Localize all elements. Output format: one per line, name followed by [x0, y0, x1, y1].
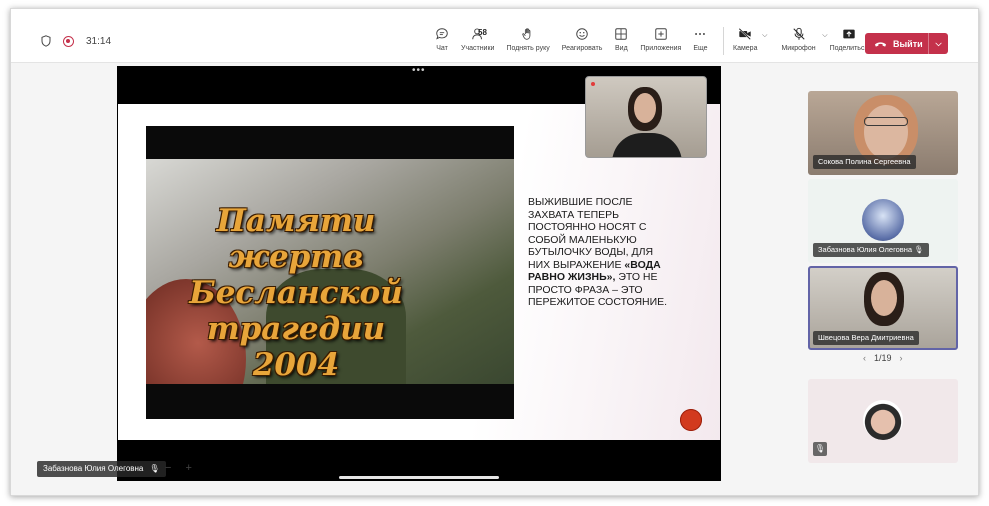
participant-name: Забазнова Юлия Олеговна 🎙: [813, 243, 929, 257]
meeting-window: 31:14 Чат 58 Участники Поднять руку Реаг…: [10, 8, 979, 496]
slide-body-text: Выжившие после захвата теперь постоянно …: [528, 196, 668, 309]
pager-text: 1/19: [874, 353, 892, 363]
active-speaker-tag: Забазнова Юлия Олеговна 🎙: [37, 461, 166, 477]
participant-tile[interactable]: 🎙: [808, 379, 958, 463]
slide-video: Памяти жертв Бесланской трагедии 2004: [146, 126, 514, 419]
apps-label: Приложения: [640, 45, 682, 52]
hand-icon: [522, 28, 531, 40]
device-controls: ⌵ Камера ⌵ Микрофон Поделиться: [733, 26, 880, 52]
shield-icon: [41, 35, 51, 47]
chat-icon: [436, 28, 448, 40]
gallery-pager: ‹ 1/19 ›: [863, 353, 903, 363]
camera-label: Камера: [733, 45, 758, 52]
self-view-video[interactable]: [585, 76, 707, 158]
memorial-title-line-4: 2004: [252, 347, 340, 383]
self-view-body: [612, 133, 682, 157]
recording-dot-icon: [591, 82, 595, 86]
pager-next-icon[interactable]: ›: [900, 353, 903, 363]
participant-name-text: Забазнова Юлия Олеговна: [818, 245, 913, 254]
participant-name: Сокова Полина Сергеевна: [813, 155, 916, 169]
participant-tile[interactable]: Сокова Полина Сергеевна: [808, 91, 958, 175]
participant-tile-active[interactable]: Швецова Вера Дмитриевна: [808, 266, 958, 350]
participant-name: Швецова Вера Дмитриевна: [813, 331, 919, 345]
participant-face: [864, 105, 908, 159]
glasses-icon: [864, 117, 908, 126]
meeting-status: 31:14: [41, 35, 111, 47]
memorial-title: Памяти жертв Бесланской трагедии 2004: [146, 203, 446, 383]
toolbar-actions: Чат 58 Участники Поднять руку Реагироват…: [435, 26, 720, 52]
participant-avatar: [862, 199, 904, 241]
participant-face: [871, 280, 897, 316]
meeting-timer: 31:14: [86, 35, 112, 47]
view-button[interactable]: Вид: [614, 26, 628, 52]
mic-off-icon: 🎙: [914, 245, 924, 254]
self-view-face: [634, 93, 656, 123]
memorial-title-line-3: трагедии: [206, 311, 386, 347]
speaker-mic-icon: 🎙: [149, 464, 160, 473]
stage-more-icon[interactable]: •••: [412, 65, 426, 76]
meeting-toolbar: 31:14 Чат 58 Участники Поднять руку Реаг…: [11, 9, 978, 63]
recording-icon: [63, 35, 74, 47]
raise-hand-button[interactable]: Поднять руку: [506, 26, 550, 52]
camera-button[interactable]: ⌵ Камера: [733, 26, 767, 52]
memorial-title-line-1: Памяти жертв: [216, 203, 376, 275]
active-speaker-name: Забазнова Юлия Олеговна: [43, 464, 144, 473]
share-label: Поделиться: [829, 45, 869, 52]
participant-avatar: [863, 400, 903, 440]
microphone-label: Микрофон: [781, 45, 816, 52]
microphone-button[interactable]: ⌵ Микрофон: [781, 26, 828, 52]
raise-hand-label: Поднять руку: [506, 45, 550, 52]
react-button[interactable]: Реагировать: [561, 26, 603, 52]
memorial-title-line-2: Бесланской: [189, 275, 403, 311]
mic-off-icon: 🎙: [813, 442, 827, 456]
view-label: Вид: [615, 45, 628, 52]
zoom-in-icon[interactable]: +: [185, 462, 191, 474]
share-icon: [843, 29, 855, 39]
more-icon: [695, 33, 706, 35]
zoom-controls: − +: [165, 462, 192, 474]
leave-button[interactable]: Выйти ⌵: [865, 33, 948, 54]
react-label: Реагировать: [561, 45, 603, 52]
pager-prev-icon[interactable]: ‹: [863, 353, 866, 363]
more-label: Еще: [693, 45, 708, 52]
leave-label: Выйти: [893, 38, 923, 49]
participants-count: 58: [478, 28, 487, 37]
smile-icon: [576, 28, 588, 40]
phone-hangup-icon: [874, 41, 887, 47]
chat-label: Чат: [436, 45, 448, 52]
more-button[interactable]: Еще: [693, 26, 708, 52]
chat-button[interactable]: Чат: [435, 26, 449, 52]
participants-label: Участники: [461, 45, 495, 52]
mic-off-icon: [792, 27, 805, 40]
camera-options-chevron[interactable]: ⌵: [762, 32, 767, 40]
home-indicator: [339, 476, 499, 479]
mic-options-chevron[interactable]: ⌵: [822, 32, 827, 40]
video-frame: Памяти жертв Бесланской трагедии 2004: [146, 159, 514, 384]
share-button[interactable]: Поделиться: [829, 26, 869, 52]
apps-icon: [655, 28, 667, 40]
participants-button[interactable]: 58 Участники: [461, 26, 494, 52]
zoom-out-icon[interactable]: −: [165, 462, 171, 474]
slide-record-button[interactable]: [680, 409, 702, 431]
participant-tile[interactable]: Забазнова Юлия Олеговна 🎙: [808, 179, 958, 263]
camera-off-icon: [738, 28, 752, 40]
apps-button[interactable]: Приложения: [640, 26, 681, 52]
leave-options-chevron[interactable]: ⌵: [928, 33, 948, 54]
toolbar-divider: [723, 27, 724, 55]
grid-icon: [615, 28, 628, 40]
